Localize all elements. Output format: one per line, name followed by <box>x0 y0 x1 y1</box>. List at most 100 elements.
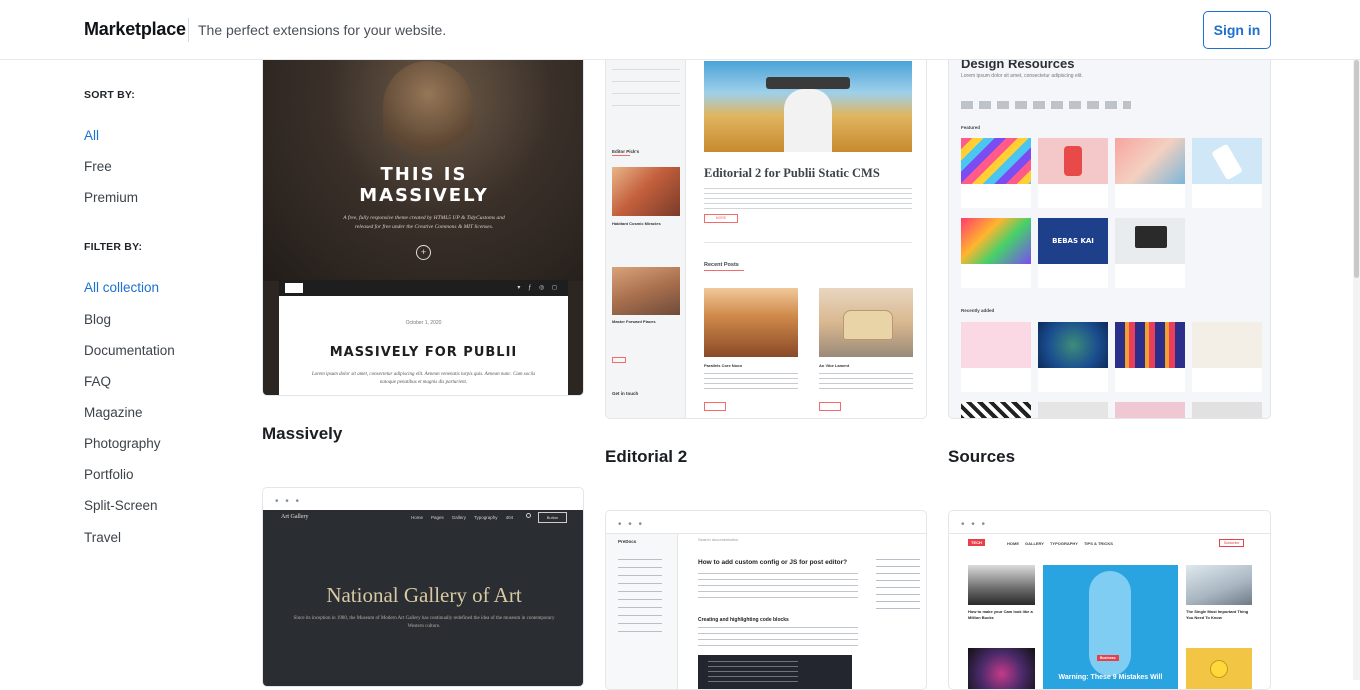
docs-search: Search documentation <box>698 537 739 542</box>
resource-card <box>1038 322 1108 392</box>
theme-preview-editorial[interactable]: Editor Pick's Habitant Cosmic Miracles M… <box>605 50 927 419</box>
window-dots: • • • <box>275 496 302 507</box>
scroll-down-icon: + <box>416 245 431 260</box>
tech-subscribe-button: Subscribe <box>1219 539 1244 547</box>
gallery-nav-button: Button <box>538 512 567 523</box>
resource-card <box>1192 322 1262 392</box>
theme-preview-art-gallery[interactable]: • • • Art Gallery Home Pages Gallery Typ… <box>262 487 584 687</box>
featured-label: Featured <box>961 125 981 130</box>
gallery-nav-item: Pages <box>431 515 444 520</box>
filter-item-blog[interactable]: Blog <box>84 312 111 327</box>
sidebar-more-button <box>612 357 626 363</box>
recent-post-text-2 <box>819 373 913 393</box>
tech-thumb-emoji <box>1186 648 1252 689</box>
sort-item-all[interactable]: All <box>84 128 99 143</box>
resource-card <box>961 138 1031 208</box>
get-in-touch-label: Get in touch <box>612 391 639 396</box>
recent-posts-heading: Recent Posts <box>704 262 739 268</box>
sidebar-post-title-2: Master Forward Places <box>612 319 656 324</box>
recent-post-text-1 <box>704 373 798 393</box>
resource-thumb <box>1038 402 1108 418</box>
resource-thumb <box>1192 402 1262 418</box>
filter-item-photography[interactable]: Photography <box>84 436 161 451</box>
recent-post-title-1: Parallels Core Noon <box>704 363 743 368</box>
code-lines <box>708 661 798 685</box>
filter-item-split-screen[interactable]: Split-Screen <box>84 498 158 513</box>
tech-thumb-hand <box>1186 565 1252 605</box>
recent-underline <box>704 270 744 271</box>
editorial-hero-image <box>704 61 912 152</box>
menu-divider <box>612 69 680 70</box>
filter-item-documentation[interactable]: Documentation <box>84 343 175 358</box>
gallery-nav-item: Gallery <box>451 515 467 520</box>
sort-item-free[interactable]: Free <box>84 159 112 174</box>
resource-thumb <box>961 402 1031 418</box>
theme-preview-tech[interactable]: • • • TECH HOME GALLERY TYPOGRAPHY TIPS … <box>948 510 1271 690</box>
filter-item-all-collection[interactable]: All collection <box>84 280 159 295</box>
sources-subheading: Lorem ipsum dolor sit amet, consectetur … <box>961 73 1083 79</box>
card-title-sources[interactable]: Sources <box>948 447 1015 467</box>
van-shape <box>843 310 893 340</box>
tech-nav-item: TIPS & TRICKS <box>1083 541 1113 546</box>
resource-thumb <box>1115 322 1185 368</box>
resource-thumb <box>961 218 1031 264</box>
filter-item-travel[interactable]: Travel <box>84 530 121 545</box>
tech-feature-image: Business Warning: These 9 Mistakes Will <box>1043 565 1178 689</box>
theme-preview-docs[interactable]: • • • PreDocs Search documentation How t… <box>605 510 927 690</box>
filter-item-faq[interactable]: FAQ <box>84 374 111 389</box>
tech-right-caption: The Single Most Important Thing You Need… <box>1186 609 1249 620</box>
sort-heading: SORT BY: <box>84 89 135 101</box>
resource-card <box>1115 322 1185 392</box>
docs-sidebar: PreDocs <box>606 534 678 689</box>
gallery-nav-item: Typography <box>474 515 498 520</box>
massively-nav: ▾ ƒ ◎ ◻ <box>279 280 568 296</box>
massively-post-title: MASSIVELY FOR PUBLII <box>329 345 518 360</box>
sources-filter-tabs <box>961 101 1131 109</box>
resource-thumb <box>1038 138 1108 184</box>
massively-hero-sub: A free, fully responsive theme created b… <box>343 215 505 230</box>
emoji-face-icon <box>1210 660 1228 678</box>
resource-thumb <box>1115 138 1185 184</box>
resource-card: BEBAS KAI <box>1038 218 1108 288</box>
sort-item-premium[interactable]: Premium <box>84 190 138 205</box>
recently-added-label: Recently added <box>961 308 995 313</box>
filter-heading: FILTER BY: <box>84 241 143 253</box>
page-scrollbar-thumb[interactable] <box>1354 60 1359 278</box>
gallery-hero: Art Gallery Home Pages Gallery Typograph… <box>263 510 583 686</box>
massively-hero-line2: MASSIVELY <box>359 185 489 206</box>
tech-nav-item: TYPOGRAPHY <box>1049 541 1078 546</box>
massively-post-text: Lorem ipsum dolor sit amet, consectetur … <box>311 372 536 385</box>
brand-title[interactable]: Marketplace <box>84 19 186 40</box>
sign-in-button[interactable]: Sign in <box>1203 11 1271 49</box>
docs-toc <box>876 559 920 614</box>
tech-logo: TECH <box>968 539 985 546</box>
card-title-editorial[interactable]: Editorial 2 <box>605 447 687 467</box>
resource-card <box>961 322 1031 392</box>
section-divider <box>704 242 912 243</box>
card-title-massively[interactable]: Massively <box>262 424 342 444</box>
tech-thumb-car <box>968 565 1035 605</box>
headline-more-button: MORE <box>704 214 738 223</box>
resource-card <box>1115 218 1185 288</box>
docs-paragraph <box>698 573 858 603</box>
massively-post-card: October 1, 2020 MASSIVELY FOR PUBLII Lor… <box>279 296 568 395</box>
top-bar: Marketplace The perfect extensions for y… <box>0 0 1360 60</box>
bebas-thumb: BEBAS KAI <box>1038 218 1108 264</box>
theme-preview-massively[interactable]: THIS IS MASSIVELY A free, fully responsi… <box>262 50 584 396</box>
recent-more-button-2 <box>819 402 841 411</box>
brand-divider <box>188 18 189 42</box>
filter-item-portfolio[interactable]: Portfolio <box>84 467 134 482</box>
filter-item-magazine[interactable]: Magazine <box>84 405 143 420</box>
docs-title: How to add custom config or JS for post … <box>698 559 848 566</box>
tagline: The perfect extensions for your website. <box>198 22 447 38</box>
docs-section-title: Creating and highlighting code blocks <box>698 617 789 623</box>
phone-shape <box>1211 143 1243 181</box>
gallery-nav-item: 404 <box>505 515 514 520</box>
docs-code-block <box>698 655 852 689</box>
window-divider <box>949 533 1270 534</box>
editorial-sidebar: Editor Pick's Habitant Cosmic Miracles M… <box>606 51 686 418</box>
theme-preview-sources[interactable]: Design Resources Lorem ipsum dolor sit a… <box>948 50 1271 419</box>
editor-picks-label: Editor Pick's <box>612 149 640 154</box>
monitor-shape <box>1135 226 1167 248</box>
resource-thumb <box>1115 402 1185 418</box>
